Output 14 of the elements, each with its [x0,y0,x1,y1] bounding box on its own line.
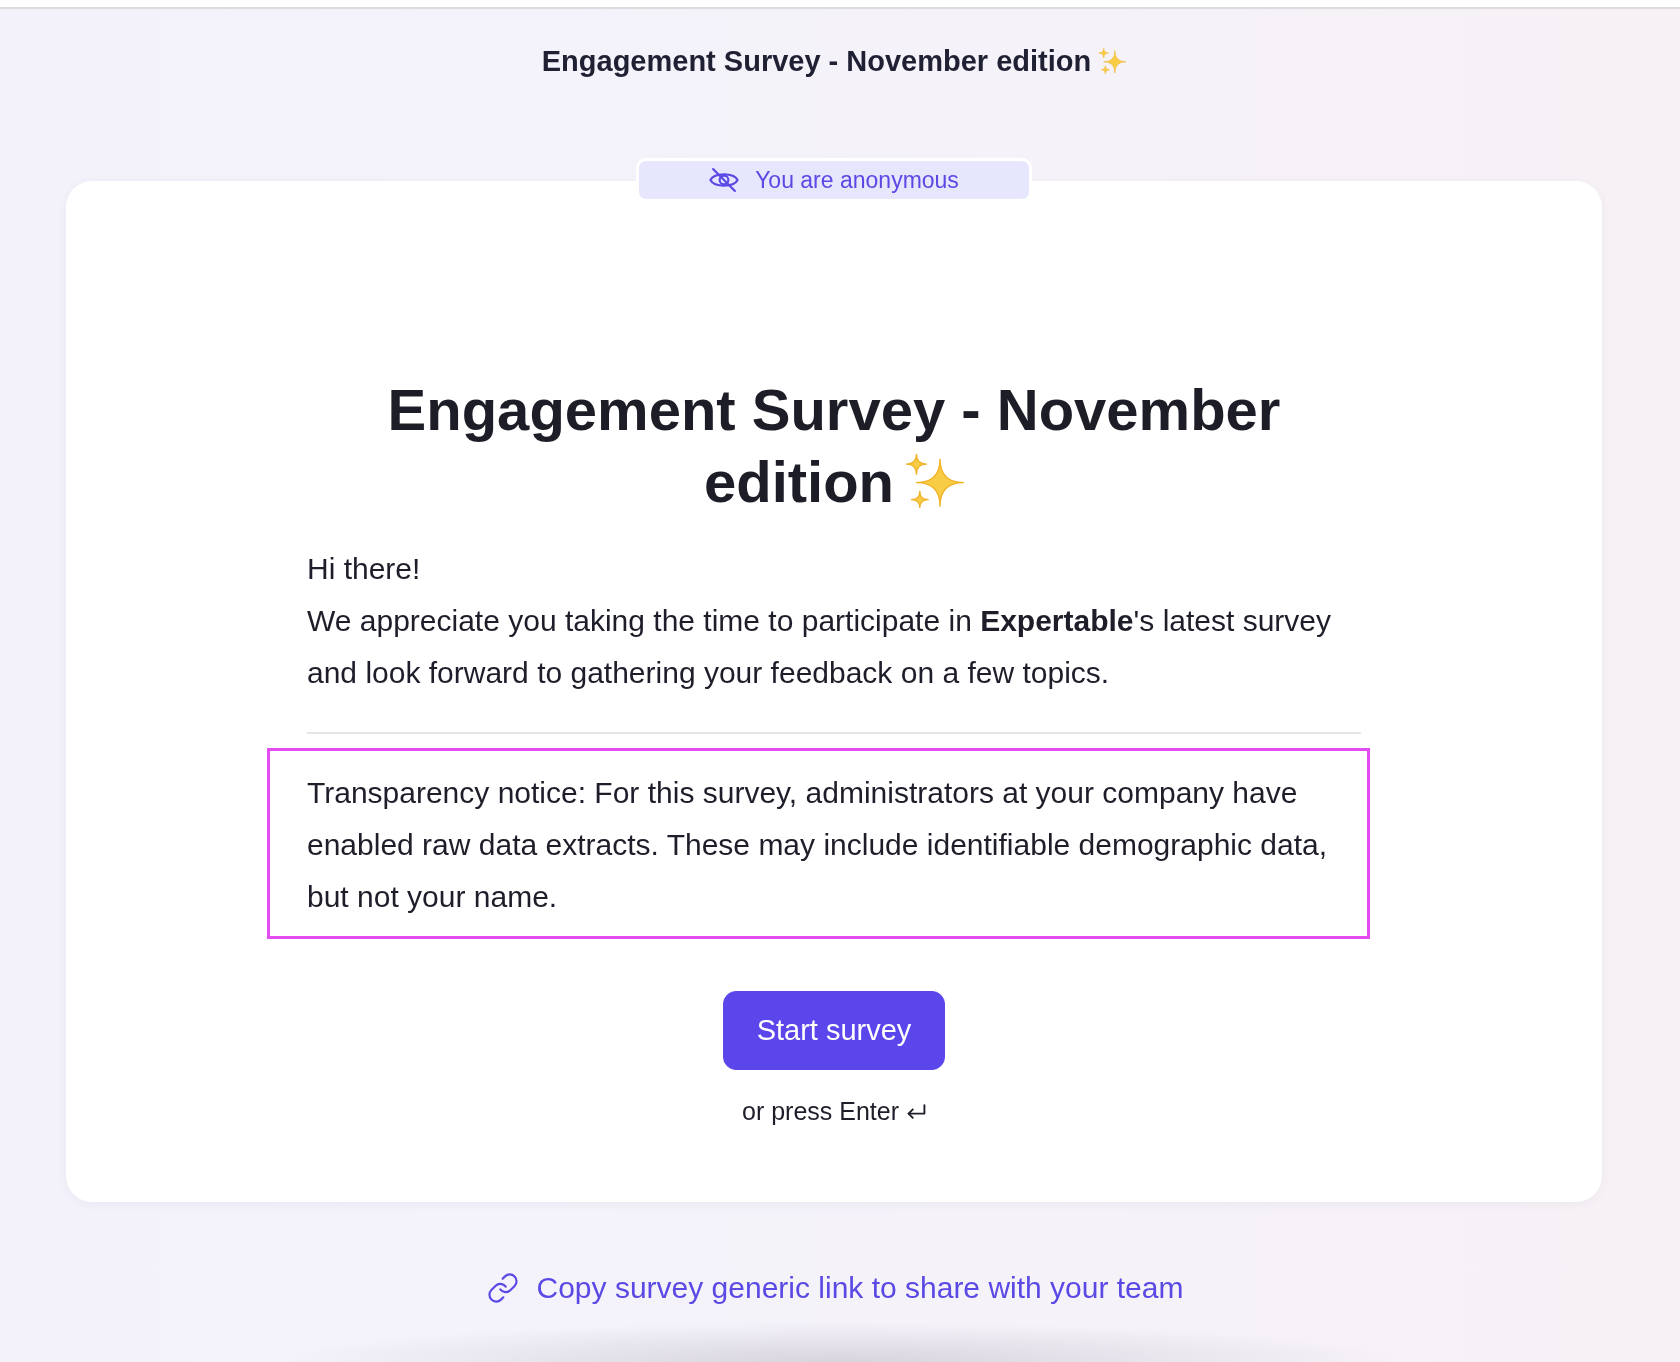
eye-slash-icon [709,167,740,193]
return-arrow-icon [907,1103,926,1119]
intro-text: We appreciate you taking the time to participate in Expertable's latest survey and look forward to gathering your feedback on a few topics. [307,603,1333,691]
sparkles-icon [1099,48,1127,74]
copy-link[interactable]: Copy survey generic link to share with your team [484,1270,1184,1306]
keyboard-hint: or press Enter [742,1096,899,1126]
page-header-title: Engagement Survey - November edition [541,45,1092,77]
survey-title: Engagement Survey - November [387,377,1281,442]
anonymous-label: You are anonymous [755,165,959,195]
start-survey-button[interactable]: Start survey [723,991,945,1070]
transparency-notice: Transparency notice: For this survey, administrators at your company have enabled raw data extracts. These may include identifiable demographic data, but not your name. [307,775,1329,915]
survey-title: edition [703,449,895,514]
sparkles-icon [906,454,965,508]
intro-text: Hi there! [307,551,422,587]
